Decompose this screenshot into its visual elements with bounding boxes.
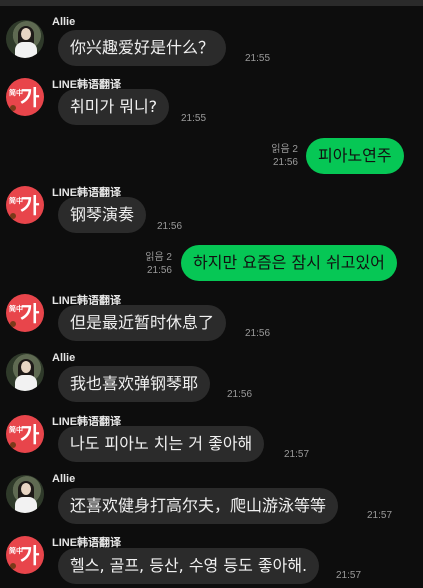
message-bubble[interactable]: 취미가 뭐니? xyxy=(58,89,170,125)
read-label: 읽음 2 xyxy=(145,252,172,263)
top-bar xyxy=(0,0,423,6)
my-message-bubble[interactable]: 하지만 요즘은 잠시 쉬고있어 xyxy=(181,245,397,281)
message-time: 21:56 xyxy=(146,265,172,276)
translator-avatar[interactable]: 简中 가 xyxy=(6,78,44,116)
message-time: 21:56 xyxy=(272,157,298,168)
message-time: 21:56 xyxy=(157,221,183,232)
message-time: 21:57 xyxy=(284,449,310,460)
message-bubble[interactable]: 你兴趣爱好是什么？ xyxy=(58,30,227,66)
translator-avatar[interactable]: 简中 가 xyxy=(6,536,44,574)
translator-glyph: 가 xyxy=(20,86,40,110)
message-time: 21:56 xyxy=(245,328,271,339)
sender-name: Allie xyxy=(52,352,76,364)
message-time: 21:57 xyxy=(336,570,362,581)
read-label: 읽음 2 xyxy=(271,144,298,155)
sender-name: Allie xyxy=(52,16,76,28)
translator-glyph: 가 xyxy=(20,302,40,326)
translator-glyph: 가 xyxy=(20,423,40,447)
allie-avatar[interactable] xyxy=(6,475,44,513)
translator-glyph: 가 xyxy=(20,194,40,218)
message-time: 21:55 xyxy=(181,113,207,124)
message-time: 21:56 xyxy=(227,389,253,400)
allie-avatar[interactable] xyxy=(6,353,44,391)
message-bubble[interactable]: 还喜欢健身打高尔夫，爬山游泳等等 xyxy=(58,488,339,524)
read-receipt: 읽음 2 21:56 xyxy=(134,251,172,277)
allie-avatar[interactable] xyxy=(6,20,44,58)
translator-glyph: 가 xyxy=(20,544,40,568)
read-receipt: 읽음 2 21:56 xyxy=(262,143,298,169)
message-time: 21:55 xyxy=(245,53,271,64)
message-bubble[interactable]: 我也喜欢弹钢琴耶 xyxy=(58,366,211,402)
message-time: 21:57 xyxy=(367,510,393,521)
translator-avatar[interactable]: 简中 가 xyxy=(6,415,44,453)
message-bubble[interactable]: 나도 피아노 치는 거 좋아해 xyxy=(58,426,265,462)
message-bubble[interactable]: 钢琴演奏 xyxy=(58,197,147,233)
translator-avatar[interactable]: 简中 가 xyxy=(6,294,44,332)
message-bubble[interactable]: 但是最近暂时休息了 xyxy=(58,305,227,341)
message-bubble[interactable]: 헬스, 골프, 등산, 수영 등도 좋아해. xyxy=(58,548,320,584)
translator-avatar[interactable]: 简中 가 xyxy=(6,186,44,224)
sender-name: Allie xyxy=(52,473,76,485)
my-message-bubble[interactable]: 피아노연주 xyxy=(306,138,404,174)
